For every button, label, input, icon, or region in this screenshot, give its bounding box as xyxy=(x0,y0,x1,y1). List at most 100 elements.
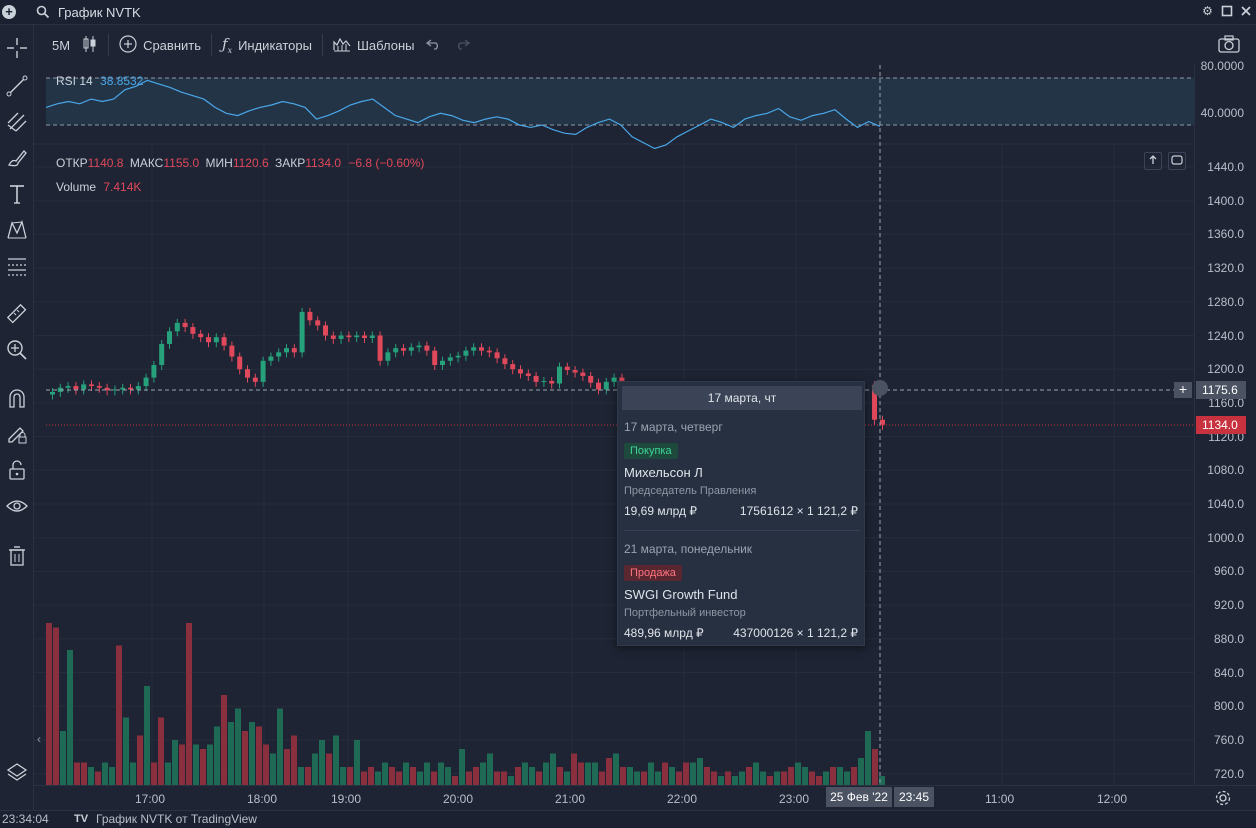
price-axis-label: 800.0 xyxy=(1213,699,1244,714)
volume-bar xyxy=(123,717,129,785)
search-icon[interactable] xyxy=(36,5,50,19)
candle xyxy=(190,327,196,334)
deal-amount: 19,69 млрд ₽ xyxy=(624,504,697,518)
volume-bar xyxy=(648,762,654,785)
compare-button[interactable]: Сравнить xyxy=(113,31,207,59)
time-axis[interactable]: 17:00 18:00 19:00 20:00 21:00 22:00 23:00 11:00… xyxy=(34,785,1256,810)
volume-bar xyxy=(837,767,843,785)
add-icon[interactable]: + xyxy=(2,5,16,19)
candle xyxy=(299,311,305,353)
high-value: 1155.0 xyxy=(163,156,200,170)
volume-bar xyxy=(760,771,766,785)
unlock-icon[interactable] xyxy=(4,457,30,483)
volume-bar xyxy=(298,767,304,785)
time-axis-label: 22:00 xyxy=(667,792,698,806)
candle xyxy=(307,311,313,321)
brush-icon[interactable] xyxy=(4,145,30,171)
volume-bar xyxy=(221,695,227,785)
chart-type-button[interactable] xyxy=(76,31,104,59)
volume-bar xyxy=(627,767,633,785)
fib-levels-icon[interactable] xyxy=(4,253,30,279)
candle xyxy=(268,356,274,361)
volume-bar xyxy=(718,776,724,785)
trend-line-icon[interactable] xyxy=(4,73,30,99)
indicators-label: Индикаторы xyxy=(238,37,312,53)
volume-bar xyxy=(522,762,528,785)
volume-bar xyxy=(256,726,262,785)
layers-icon[interactable] xyxy=(4,759,30,785)
volume-bar xyxy=(312,753,318,785)
collapse-chevron-icon[interactable]: ‹ xyxy=(37,732,41,746)
time-axis-label: 23:00 xyxy=(779,792,810,806)
toolbar-divider xyxy=(211,34,212,56)
volume-bar xyxy=(270,753,276,785)
lock-drawing-icon[interactable] xyxy=(4,421,30,447)
volume-bar xyxy=(305,767,311,785)
deal-person-role: Портфельный инвестор xyxy=(624,607,746,619)
volume-bar xyxy=(473,767,479,785)
volume-bar xyxy=(620,767,626,785)
candle xyxy=(198,333,204,338)
price-axis-label: 880.0 xyxy=(1213,631,1244,646)
redo-button[interactable] xyxy=(448,31,476,59)
candle xyxy=(260,360,266,382)
maximize-pane-button[interactable] xyxy=(1168,152,1186,170)
chart-toolbar: 5M Сравнить ƒx Индикаторы Шаблоны xyxy=(46,25,1256,65)
settings-gear-icon[interactable]: ⚙ xyxy=(1201,5,1214,18)
indicators-button[interactable]: ƒx Индикаторы xyxy=(216,31,318,59)
undo-icon xyxy=(426,38,442,53)
volume-bar xyxy=(382,762,388,785)
volume-bar xyxy=(375,771,381,785)
close-icon[interactable] xyxy=(1239,5,1252,18)
candle xyxy=(276,352,282,357)
text-icon[interactable] xyxy=(4,181,30,207)
time-axis-label: 11:00 xyxy=(985,792,1015,806)
maximize-icon[interactable] xyxy=(1220,5,1233,18)
deal-date: 17 марта, четверг xyxy=(624,420,723,434)
magnet-icon[interactable] xyxy=(4,385,30,411)
price-axis-label: 1360.0 xyxy=(1207,227,1244,242)
zoom-in-icon[interactable] xyxy=(4,337,30,363)
candle xyxy=(401,348,406,351)
volume-bar xyxy=(277,708,283,785)
volume-bar xyxy=(333,735,339,785)
screenshot-button[interactable] xyxy=(1212,31,1246,59)
candle xyxy=(541,380,547,382)
volume-bar xyxy=(809,771,815,785)
volume-bar xyxy=(424,762,430,785)
crosshair-date-label: 25 Фев '22 xyxy=(826,787,892,807)
volume-bar xyxy=(46,623,52,785)
time-axis-label: 18:00 xyxy=(247,792,278,806)
pattern-icon[interactable] xyxy=(4,217,30,243)
volume-bar xyxy=(347,767,353,785)
volume-bar xyxy=(781,771,787,785)
volume-bar xyxy=(690,762,696,785)
volume-bar xyxy=(739,771,745,785)
rsi-legend: RSI 14 38.8532 xyxy=(56,74,143,88)
templates-label: Шаблоны xyxy=(356,37,415,53)
price-axis-label: 960.0 xyxy=(1213,564,1244,579)
undo-button[interactable] xyxy=(420,31,448,59)
candle xyxy=(323,325,328,336)
add-alert-plus-icon[interactable]: + xyxy=(1174,382,1192,398)
candle xyxy=(143,377,149,387)
redo-icon xyxy=(454,38,471,53)
arrow-up-icon xyxy=(1148,154,1158,168)
chart-settings-gear-icon[interactable] xyxy=(1214,789,1232,807)
volume-bar xyxy=(438,762,444,785)
pitchfork-icon[interactable] xyxy=(4,109,30,135)
candle xyxy=(291,348,297,353)
templates-button[interactable]: Шаблоны xyxy=(327,31,421,59)
ruler-icon[interactable] xyxy=(4,301,30,327)
eye-icon[interactable] xyxy=(4,493,30,519)
interval-button[interactable]: 5M xyxy=(46,31,76,59)
chart-canvas[interactable] xyxy=(34,65,1194,785)
volume-bar xyxy=(172,740,178,785)
move-pane-up-button[interactable] xyxy=(1144,152,1162,170)
volume-bar xyxy=(564,771,570,785)
trash-icon[interactable] xyxy=(4,543,30,569)
price-axis-label: 760.0 xyxy=(1213,732,1244,747)
crosshair-icon[interactable] xyxy=(4,35,30,61)
candle xyxy=(494,352,500,359)
volume-bar xyxy=(753,762,759,785)
